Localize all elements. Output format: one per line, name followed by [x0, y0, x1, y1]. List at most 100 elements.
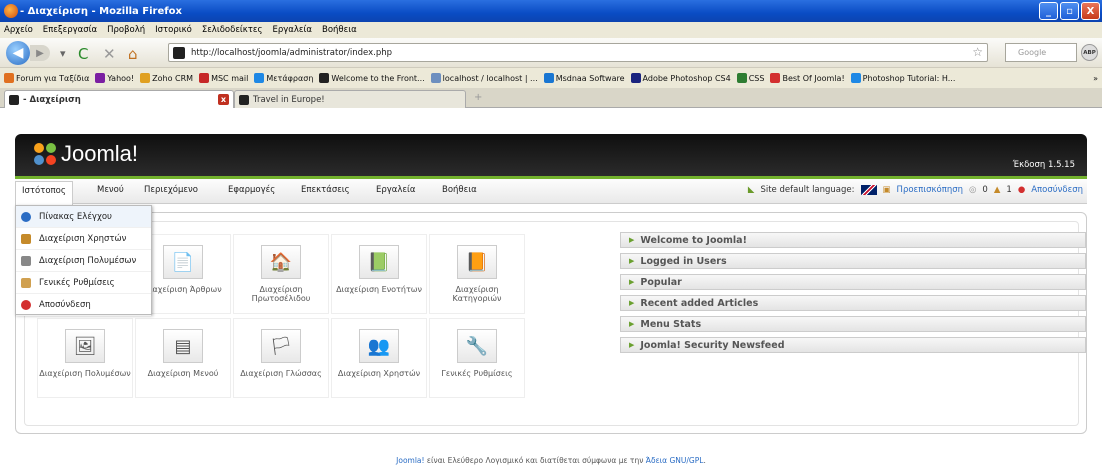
maximize-button[interactable]: ▫	[1060, 2, 1079, 20]
dropdown-item-label: Αποσύνδεση	[39, 299, 91, 310]
cpanel-icon-button[interactable]: 🖼 Διαχείριση Πολυμέσων	[37, 318, 133, 398]
history-dropdown-icon[interactable]: ▾	[60, 47, 66, 60]
dropdown-item[interactable]: Πίνακας Ελέγχου	[16, 206, 151, 228]
gpl-link[interactable]: Άδεια GNU/GPL	[646, 456, 704, 465]
bookmark-item[interactable]: Zoho CRM	[140, 73, 193, 83]
back-button[interactable]: ◀	[6, 41, 30, 65]
sliding-panel-header[interactable]: ▶ Recent added Articles	[620, 295, 1086, 311]
messages-count[interactable]: 0	[982, 185, 987, 195]
dropdown-item[interactable]: Αποσύνδεση	[16, 294, 151, 316]
logout-link[interactable]: Αποσύνδεση	[1031, 185, 1083, 195]
tab-travel[interactable]: Travel in Europe!	[234, 90, 466, 108]
sliding-panel-header[interactable]: ▶ Joomla! Security Newsfeed	[620, 337, 1086, 353]
bookmark-item[interactable]: Photoshop Tutorial: H...	[850, 73, 956, 83]
menu-file[interactable]: Αρχείο	[4, 25, 33, 35]
cpanel-item-icon: 👥	[359, 329, 399, 363]
bookmark-label: Photoshop Tutorial: H...	[862, 73, 956, 83]
bookmark-item[interactable]: MSC mail	[199, 73, 248, 83]
menu-tools[interactable]: Εργαλεία	[273, 25, 313, 35]
bookmark-item[interactable]: Yahoo!	[95, 73, 134, 83]
new-tab-icon[interactable]: +	[474, 92, 482, 103]
stop-icon[interactable]: ✕	[103, 45, 116, 63]
cpanel-icon-button[interactable]: ▤ Διαχείριση Μενού	[135, 318, 231, 398]
search-input[interactable]: Google	[1005, 43, 1077, 62]
footer: Joomla! είναι Ελεύθερο Λογισμικό και δια…	[0, 456, 1102, 465]
bookmark-icon	[770, 73, 781, 83]
menu-edit[interactable]: Επεξεργασία	[43, 25, 97, 35]
home-icon[interactable]: ⌂	[128, 45, 138, 63]
users-icon: ▲	[993, 185, 1001, 195]
minimize-button[interactable]: _	[1039, 2, 1058, 20]
menu-components[interactable]: Εφαρμογές	[228, 185, 275, 195]
bookmark-star-icon[interactable]: ☆	[972, 45, 983, 59]
menu-content[interactable]: Περιεχόμενο	[144, 185, 198, 195]
cpanel-item-icon: ▤	[163, 329, 203, 363]
expand-arrow-icon: ▶	[629, 257, 635, 265]
bookmark-icon	[430, 73, 441, 83]
bookmark-item[interactable]: Msdnaa Software	[543, 73, 625, 83]
menu-tools[interactable]: Εργαλεία	[376, 185, 416, 195]
config-icon	[21, 277, 31, 288]
language-icon: ◣	[747, 185, 755, 195]
cpanel-item-label: Διαχείριση Γλώσσας	[240, 369, 322, 378]
uk-flag-icon	[860, 185, 877, 195]
bookmark-icon	[4, 73, 14, 83]
forward-button[interactable]: ▶	[30, 45, 50, 61]
sliding-panel-header[interactable]: ▶ Menu Stats	[620, 316, 1086, 332]
bookmark-item[interactable]: Forum για Ταξίδια	[4, 73, 89, 83]
sliding-panel-header[interactable]: ▶ Popular	[620, 274, 1086, 290]
bookmark-item[interactable]: CSS	[736, 73, 765, 83]
cpanel-item-label: Διαχείριση Πολυμέσων	[39, 369, 131, 378]
cpanel-item-icon: 🏠	[261, 245, 301, 279]
menu-bookmarks[interactable]: Σελιδοδείκτες	[202, 25, 263, 35]
menu-site[interactable]: Ιστότοπος	[15, 181, 73, 206]
bookmark-item[interactable]: Adobe Photoshop CS4	[630, 73, 731, 83]
panel-title: Menu Stats	[640, 318, 702, 330]
users-count[interactable]: 1	[1006, 185, 1011, 195]
sliding-panel-header[interactable]: ▶ Welcome to Joomla!	[620, 232, 1086, 248]
close-button[interactable]: X	[1081, 2, 1100, 20]
cpanel-icon-button[interactable]: 🔧 Γενικές Ρυθμίσεις	[429, 318, 525, 398]
menu-extensions[interactable]: Επεκτάσεις	[301, 185, 350, 195]
dropdown-item[interactable]: Διαχείριση Χρηστών	[16, 228, 151, 250]
expand-arrow-icon: ▶	[629, 278, 635, 286]
bookmark-item[interactable]: localhost / localhost | ...	[430, 73, 538, 83]
sliding-panel-header[interactable]: ▶ Logged in Users	[620, 253, 1086, 269]
reload-icon[interactable]: C	[78, 45, 88, 63]
bookmark-item[interactable]: Best Of Joomla!	[770, 73, 845, 83]
joomla-favicon	[9, 94, 19, 105]
menu-view[interactable]: Προβολή	[107, 25, 145, 35]
cpanel-icon-button[interactable]: 👥 Διαχείριση Χρηστών	[331, 318, 427, 398]
dropdown-item[interactable]: Διαχείριση Πολυμέσων	[16, 250, 151, 272]
bookmarks-toolbar: Forum για Ταξίδια Yahoo! Zoho CRM MSC mail Μ…	[0, 68, 1102, 88]
joomla-main-menu: Ιστότοπος Μενού Περιεχόμενο Εφαρμογές Επ…	[15, 176, 1087, 206]
preview-link[interactable]: Προεπισκόπηση	[897, 185, 963, 195]
bookmark-item[interactable]: Μετάφραση	[254, 73, 313, 83]
cpanel-item-icon: 📗	[359, 245, 399, 279]
close-tab-icon[interactable]: x	[218, 94, 229, 105]
cpanel-icon-button[interactable]: 🏳 Διαχείριση Γλώσσας	[233, 318, 329, 398]
bookmarks-overflow-icon[interactable]: »	[1093, 74, 1098, 83]
cpanel-icon-button[interactable]: 🏠 Διαχείριση Πρωτοσέλιδου	[233, 234, 329, 314]
bookmark-label: Best Of Joomla!	[782, 73, 845, 83]
menu-history[interactable]: Ιστορικό	[155, 25, 192, 35]
dropdown-item-label: Πίνακας Ελέγχου	[39, 211, 112, 222]
bookmark-label: CSS	[748, 73, 765, 83]
joomla-logo: Joomla!	[31, 140, 138, 168]
url-bar[interactable]: http://localhost/joomla/administrator/in…	[168, 43, 988, 62]
bookmark-item[interactable]: Welcome to the Front...	[319, 73, 425, 83]
tab-admin[interactable]: - Διαχείριση x	[4, 90, 234, 108]
cpanel-inner: 📄 Διαχείριση Άρθρων 🏠 Διαχείριση Πρωτοσέλιδ…	[24, 221, 1086, 426]
menu-menus[interactable]: Μενού	[97, 185, 124, 195]
menu-help[interactable]: Βοήθεια	[442, 185, 477, 195]
joomla-link[interactable]: Joomla!	[396, 456, 424, 465]
menu-help[interactable]: Βοήθεια	[322, 25, 357, 35]
bookmark-icon	[630, 73, 641, 83]
site-menu-dropdown: Πίνακας Ελέγχου Διαχείριση Χρηστών Διαχείρ…	[15, 205, 152, 316]
dropdown-item[interactable]: Γενικές Ρυθμίσεις	[16, 272, 151, 294]
adblock-plus-button[interactable]: ABP	[1081, 44, 1098, 61]
joomla-favicon	[239, 94, 249, 105]
cpanel-icon-button[interactable]: 📗 Διαχείριση Ενοτήτων	[331, 234, 427, 314]
cpanel-icon-button[interactable]: 📙 Διαχείριση Κατηγοριών	[429, 234, 525, 314]
bookmark-label: MSC mail	[211, 73, 249, 83]
